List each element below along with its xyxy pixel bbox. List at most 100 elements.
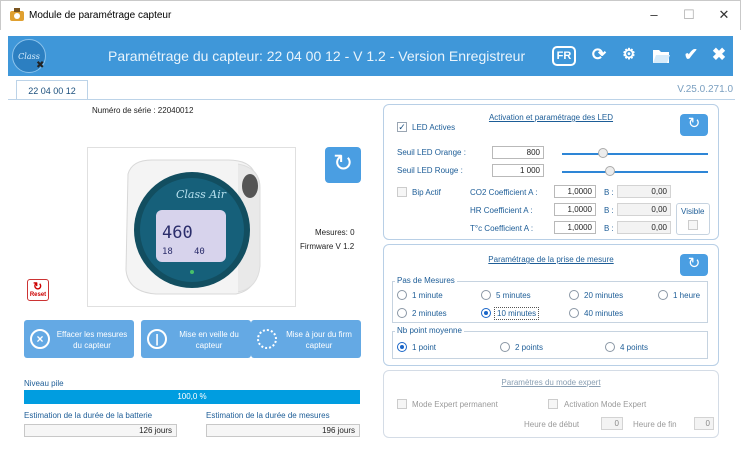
red-threshold-input[interactable]: 1 000 bbox=[492, 164, 544, 177]
expert-panel: Paramètres du mode expert Mode Expert pe… bbox=[383, 370, 719, 438]
co2-coef-b-input[interactable]: 0,00 bbox=[617, 185, 671, 198]
window-titlebar: Module de paramétrage capteur – ☐ ✕ bbox=[0, 0, 741, 30]
end-hour-input[interactable]: 0 bbox=[694, 417, 714, 430]
tab-sensor[interactable]: 22 04 00 12 bbox=[16, 80, 88, 100]
start-hour-input[interactable]: 0 bbox=[601, 417, 623, 430]
led-panel: Activation et paramétrage des LED ↻ ✓ LE… bbox=[383, 104, 719, 240]
avg-label-4: 4 points bbox=[620, 343, 649, 352]
device-screen-hum: 40 bbox=[194, 247, 205, 257]
loading-icon bbox=[257, 329, 277, 349]
led-panel-title: Activation et paramétrage des LED bbox=[488, 113, 614, 122]
device-screen-reading: 460 bbox=[162, 223, 193, 243]
settings-gears-icon[interactable]: ⚙ bbox=[617, 45, 641, 63]
avg-label-2: 2 points bbox=[515, 343, 544, 352]
battery-estimate-value: 126 jours bbox=[24, 424, 177, 437]
serial-number: Numéro de série : 22040012 bbox=[92, 106, 194, 115]
firmware-version: Firmware V 1.2 bbox=[300, 242, 355, 251]
step-radio-1min[interactable] bbox=[397, 290, 407, 300]
measures-estimate-value: 196 jours bbox=[206, 424, 360, 437]
sync-icon[interactable]: ⟳ bbox=[587, 45, 611, 65]
battery-level-label: Niveau pile bbox=[24, 379, 64, 388]
step-radio-1h[interactable] bbox=[658, 290, 668, 300]
tab-divider bbox=[8, 99, 735, 100]
device-image: Class Air 460 18 40 bbox=[87, 147, 296, 307]
battery-estimate-label: Estimation de la durée de la batterie bbox=[24, 411, 153, 420]
firmware-update-button[interactable]: Mise à jour du firm capteur bbox=[251, 320, 361, 358]
hr-coef-label: HR Coefficient A : bbox=[470, 206, 533, 215]
reload-button[interactable]: ↻ bbox=[325, 147, 361, 183]
co2-b-label: B : bbox=[604, 188, 614, 197]
step-radio-2min[interactable] bbox=[397, 308, 407, 318]
avg-radio-1[interactable] bbox=[397, 342, 407, 352]
start-hour-label: Heure de début bbox=[524, 420, 580, 429]
led-active-label: LED Actives bbox=[412, 123, 456, 132]
window-close-button[interactable]: ✕ bbox=[714, 7, 734, 23]
step-label-5min: 5 minutes bbox=[496, 291, 531, 300]
led-active-checkbox[interactable]: ✓ bbox=[397, 122, 407, 132]
hr-coef-b-input[interactable]: 0,00 bbox=[617, 203, 671, 216]
visible-label: Visible bbox=[681, 207, 705, 216]
temp-coef-b-input[interactable]: 0,00 bbox=[617, 221, 671, 234]
check-icon[interactable]: ✔ bbox=[679, 45, 703, 65]
step-radio-20min[interactable] bbox=[569, 290, 579, 300]
header-title: Paramétrage du capteur: 22 04 00 12 - V … bbox=[108, 48, 526, 64]
close-icon[interactable]: ✖ bbox=[707, 45, 731, 65]
step-label-20min: 20 minutes bbox=[584, 291, 624, 300]
hr-coef-a-input[interactable]: 1,0000 bbox=[554, 203, 596, 216]
folder-open-icon[interactable] bbox=[651, 47, 671, 65]
orange-threshold-slider[interactable] bbox=[562, 153, 708, 155]
step-label-2min: 2 minutes bbox=[412, 309, 447, 318]
device-brand: Class Air bbox=[176, 188, 227, 201]
erase-measures-button[interactable]: × Effacer les mesures du capteur bbox=[24, 320, 134, 358]
standby-label: Mise en veille du capteur bbox=[179, 330, 239, 350]
avg-group-title: Nb point moyenne bbox=[395, 326, 464, 335]
bip-label: Bip Actif bbox=[412, 188, 441, 197]
reset-button[interactable]: ↻ Reset bbox=[27, 279, 49, 301]
app-icon bbox=[10, 8, 24, 21]
firmware-update-label: Mise à jour du firm capteur bbox=[286, 330, 352, 350]
measures-count: Mesures: 0 bbox=[315, 228, 355, 237]
avg-label-1: 1 point bbox=[412, 343, 437, 352]
measure-panel: Paramétrage de la prise de mesure ↻ Pas … bbox=[383, 244, 719, 366]
language-button[interactable]: FR bbox=[552, 46, 576, 66]
sensor-illustration: Class Air 460 18 40 bbox=[125, 159, 261, 295]
red-threshold-slider[interactable] bbox=[562, 171, 708, 173]
maximize-button[interactable]: ☐ bbox=[679, 7, 699, 23]
step-radio-40min[interactable] bbox=[569, 308, 579, 318]
temp-coef-a-input[interactable]: 1,0000 bbox=[554, 221, 596, 234]
expert-activation-checkbox[interactable] bbox=[548, 399, 558, 409]
step-radio-5min[interactable] bbox=[481, 290, 491, 300]
avg-radio-4[interactable] bbox=[605, 342, 615, 352]
expert-permanent-label: Mode Expert permanent bbox=[412, 400, 498, 409]
expert-permanent-checkbox[interactable] bbox=[397, 399, 407, 409]
orange-threshold-input[interactable]: 800 bbox=[492, 146, 544, 159]
device-screen-temp: 18 bbox=[162, 247, 173, 257]
temp-coef-label: T°c Coefficient A : bbox=[470, 224, 534, 233]
measure-refresh-button[interactable]: ↻ bbox=[680, 254, 708, 276]
reset-icon: ↻ bbox=[33, 281, 43, 293]
visible-checkbox[interactable] bbox=[688, 220, 698, 230]
erase-measures-label: Effacer les mesures du capteur bbox=[56, 330, 128, 350]
app-version: V.25.0.271.0 bbox=[677, 84, 733, 95]
minimize-button[interactable]: – bbox=[644, 7, 664, 22]
bip-checkbox[interactable] bbox=[397, 187, 407, 197]
measures-estimate-label: Estimation de la durée de mesures bbox=[206, 411, 330, 420]
step-label-1h: 1 heure bbox=[673, 291, 701, 300]
co2-coef-a-input[interactable]: 1,0000 bbox=[554, 185, 596, 198]
step-radio-10min[interactable] bbox=[481, 308, 491, 318]
step-label-40min: 40 minutes bbox=[584, 309, 624, 318]
battery-progress-bar: 100,0 % bbox=[24, 390, 360, 404]
temp-b-label: B : bbox=[604, 224, 614, 233]
standby-button[interactable]: | Mise en veille du capteur bbox=[141, 320, 251, 358]
visible-box: Visible bbox=[676, 203, 710, 235]
red-slider-knob[interactable] bbox=[605, 166, 616, 176]
led-refresh-button[interactable]: ↻ bbox=[680, 114, 708, 136]
expert-activation-label: Activation Mode Expert bbox=[564, 400, 647, 409]
avg-radio-2[interactable] bbox=[500, 342, 510, 352]
end-hour-label: Heure de fin bbox=[633, 420, 677, 429]
co2-coef-label: CO2 Coefficient A : bbox=[470, 188, 538, 197]
step-label-10min: 10 minutes bbox=[494, 307, 540, 320]
red-threshold-label: Seuil LED Rouge : bbox=[397, 166, 463, 175]
orange-slider-knob[interactable] bbox=[597, 148, 608, 158]
step-group-title: Pas de Mesures bbox=[395, 276, 457, 285]
